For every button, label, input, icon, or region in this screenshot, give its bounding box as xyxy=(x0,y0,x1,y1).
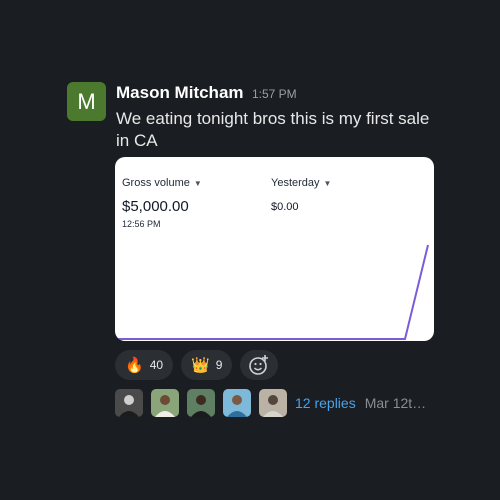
participant-avatar[interactable] xyxy=(151,389,179,417)
message-text: We eating tonight bros this is my first … xyxy=(116,109,430,150)
person-icon xyxy=(151,389,179,417)
person-icon xyxy=(187,389,215,417)
participant-avatar[interactable] xyxy=(115,389,143,417)
shared-chart-card[interactable]: Gross volume ▼ Yesterday ▼ $5,000.00 $0.00… xyxy=(115,157,434,341)
reaction-bar: 🔥 40 👑 9 xyxy=(115,350,279,380)
crown-icon: 👑 xyxy=(191,357,210,374)
message-timestamp[interactable]: 1:57 PM xyxy=(252,87,297,101)
last-reply-date: Mar 12t… xyxy=(364,395,427,411)
participant-avatar[interactable] xyxy=(259,389,287,417)
yesterday-series-line xyxy=(115,244,429,340)
add-reaction-button[interactable] xyxy=(240,350,279,380)
reaction-crown[interactable]: 👑 9 xyxy=(181,350,233,380)
message-header: Mason Mitcham 1:57 PM xyxy=(116,83,297,103)
volume-line-chart xyxy=(115,244,429,340)
reaction-count: 9 xyxy=(215,358,223,372)
reaction-fire[interactable]: 🔥 40 xyxy=(115,350,174,380)
person-icon xyxy=(259,389,287,417)
author-name[interactable]: Mason Mitcham xyxy=(116,83,244,102)
participant-avatar[interactable] xyxy=(187,389,215,417)
reaction-count: 40 xyxy=(149,358,164,372)
add-reaction-icon xyxy=(249,355,269,375)
fire-icon: 🔥 xyxy=(125,357,144,374)
person-icon xyxy=(223,389,251,417)
person-icon xyxy=(115,389,143,417)
thread-summary[interactable]: 12 replies Mar 12t… xyxy=(115,389,426,417)
participant-avatar[interactable] xyxy=(223,389,251,417)
replies-count-link[interactable]: 12 replies xyxy=(295,395,356,411)
author-avatar[interactable]: M xyxy=(67,82,106,121)
slack-message-view: M Mason Mitcham 1:57 PM We eating tonigh… xyxy=(0,0,500,500)
